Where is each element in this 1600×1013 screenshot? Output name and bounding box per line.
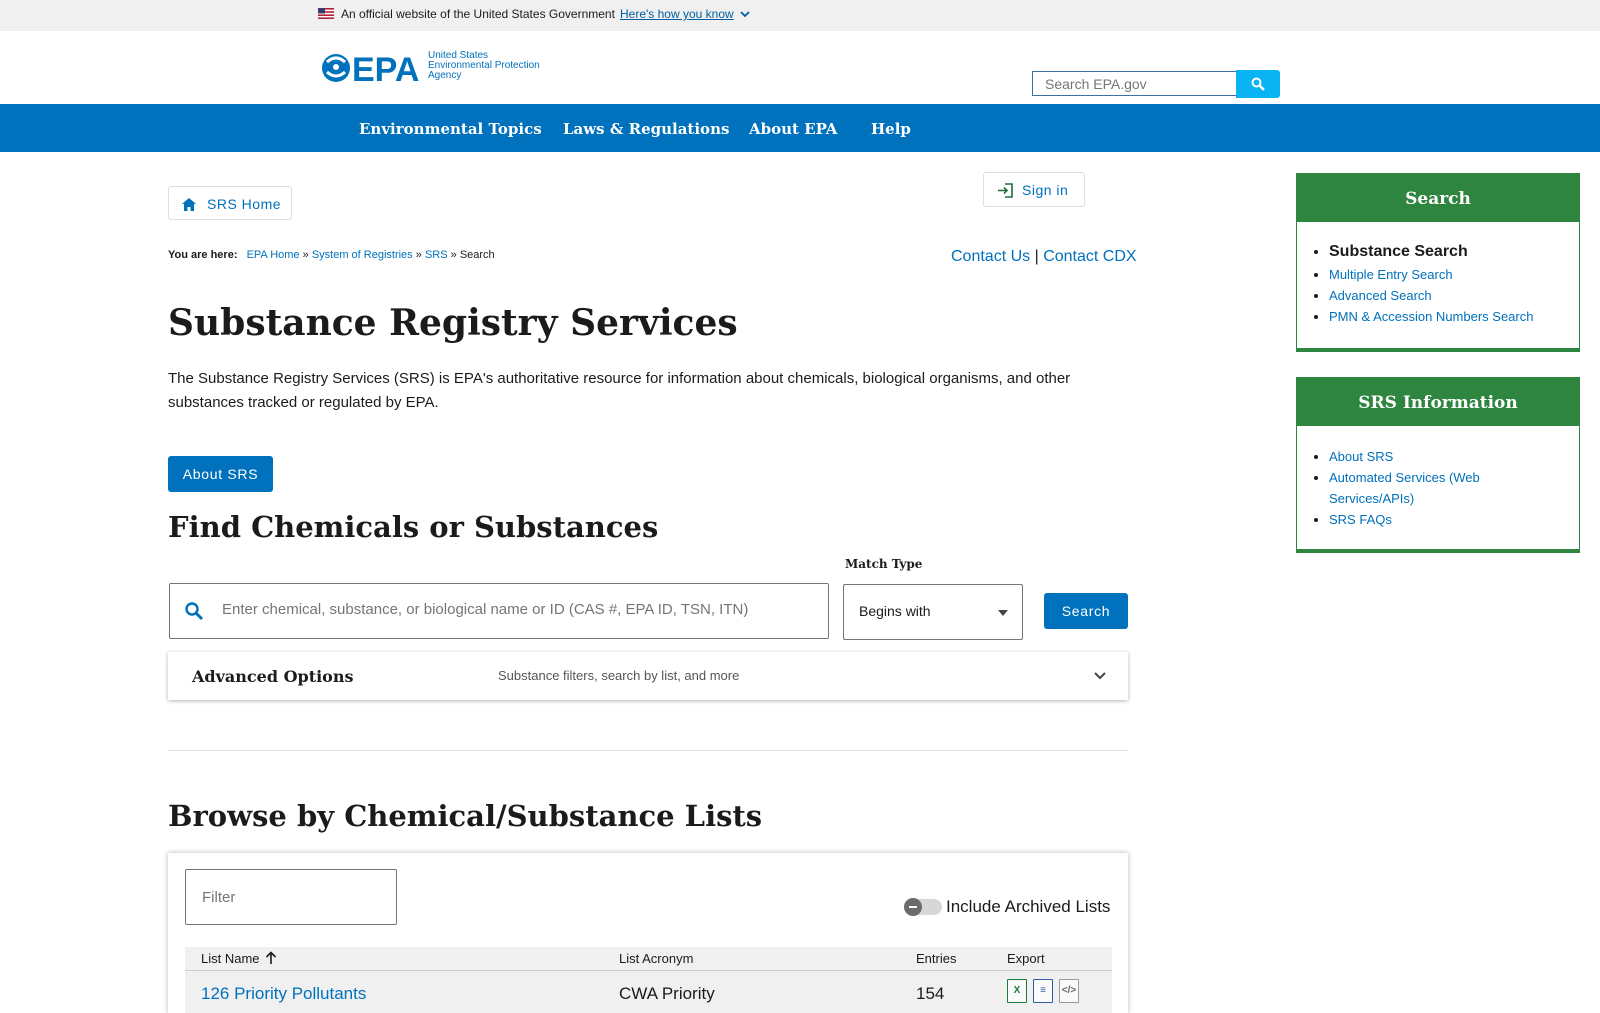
site-search-input[interactable] <box>1043 72 1237 95</box>
gov-banner: An official website of the United States… <box>0 0 1600 31</box>
search-sidebar-box: Search Substance Search Multiple Entry S… <box>1296 173 1580 352</box>
breadcrumb-current: Search <box>459 249 495 261</box>
intro-text: The Substance Registry Services (SRS) is… <box>168 370 1071 411</box>
page-title: Substance Registry Services <box>168 302 738 344</box>
xml-export-icon[interactable]: </> <box>1059 979 1079 1003</box>
chevron-down-icon[interactable] <box>740 9 750 19</box>
breadcrumb-sep: » <box>302 249 309 261</box>
caret-down-icon <box>998 610 1008 616</box>
svg-text:EPA: EPA <box>352 51 419 86</box>
advanced-options-title: Advanced Options <box>192 667 354 686</box>
col-export: Export <box>1007 951 1045 966</box>
search-icon <box>1251 77 1265 91</box>
search-button[interactable]: Search <box>1044 593 1128 629</box>
sign-in-label: Sign in <box>1022 182 1069 198</box>
advanced-options-description: Substance filters, search by list, and m… <box>498 668 740 683</box>
site-search-button[interactable] <box>1236 70 1280 98</box>
breadcrumb-epa-home[interactable]: EPA Home <box>247 249 300 261</box>
table-header: List Name List Acronym Entries Export <box>185 947 1112 971</box>
breadcrumb-sep: » <box>415 249 422 261</box>
col-entries[interactable]: Entries <box>916 951 956 966</box>
match-type-value: Begins with <box>859 603 931 619</box>
breadcrumb: You are here: EPA Home » System of Regis… <box>168 249 495 261</box>
contact-separator: | <box>1034 248 1039 265</box>
find-heading: Find Chemicals or Substances <box>168 510 659 544</box>
srs-info-sidebar-box: SRS Information About SRS Automated Serv… <box>1296 377 1580 553</box>
sidebar-item-advanced: Advanced Search <box>1329 285 1579 306</box>
sidebar-item-about-srs: About SRS <box>1329 446 1579 467</box>
search-icon <box>185 602 204 621</box>
section-divider <box>168 750 1128 751</box>
chevron-down-icon <box>1094 672 1106 680</box>
nav-help[interactable]: Help <box>871 120 911 138</box>
breadcrumb-system-of-registries[interactable]: System of Registries <box>312 249 413 261</box>
agency-name: United States Environmental Protection A… <box>428 51 558 81</box>
site-search <box>1032 71 1237 96</box>
sort-up-arrow-icon[interactable] <box>265 951 277 965</box>
substance-search-input[interactable] <box>220 600 814 619</box>
sidebar-item-substance-search[interactable]: Substance Search <box>1329 240 1579 264</box>
breadcrumb-srs[interactable]: SRS <box>425 249 448 261</box>
about-srs-button[interactable]: About SRS <box>168 456 273 492</box>
login-icon <box>998 183 1013 198</box>
sign-in-button[interactable]: Sign in <box>983 172 1085 207</box>
sidebar-item-srs-faqs: SRS FAQs <box>1329 509 1579 530</box>
epa-logo[interactable]: EPA <box>320 50 422 86</box>
toggle-knob <box>904 898 922 916</box>
contact-us-link[interactable]: Contact Us <box>951 248 1030 265</box>
home-icon <box>182 198 196 211</box>
search-links: Substance Search Multiple Entry Search A… <box>1297 240 1579 327</box>
excel-export-icon[interactable]: X <box>1007 979 1027 1003</box>
pdf-export-icon[interactable]: ≡ <box>1033 979 1053 1003</box>
nav-laws-regulations[interactable]: Laws & Regulations <box>563 120 729 138</box>
contact-cdx-link[interactable]: Contact CDX <box>1043 248 1136 265</box>
gov-banner-text: An official website of the United States… <box>341 7 615 21</box>
us-flag-icon <box>318 8 334 19</box>
substance-search-field <box>169 583 829 639</box>
contact-links: Contact Us | Contact CDX <box>951 248 1137 266</box>
about-srs-link[interactable]: About SRS <box>1329 449 1393 464</box>
list-filter-field <box>185 869 397 925</box>
sidebar-item-multiple-entry: Multiple Entry Search <box>1329 264 1579 285</box>
nav-environmental-topics[interactable]: Environmental Topics <box>359 120 542 138</box>
list-entries: 154 <box>916 984 945 1003</box>
pmn-search-link[interactable]: PMN & Accession Numbers Search <box>1329 309 1533 324</box>
match-type-label: Match Type <box>845 557 923 571</box>
agency-line: Agency <box>428 70 462 81</box>
search-box-title: Search <box>1297 174 1579 222</box>
breadcrumb-label: You are here: <box>168 249 238 261</box>
breadcrumb-sep: » <box>450 249 457 261</box>
nav-about-epa[interactable]: About EPA <box>749 120 837 138</box>
srs-faqs-link[interactable]: SRS FAQs <box>1329 512 1392 527</box>
advanced-search-link[interactable]: Advanced Search <box>1329 288 1432 303</box>
heres-how-link[interactable]: Here's how you know <box>620 7 734 21</box>
match-type-select[interactable]: Begins with <box>843 584 1023 640</box>
automated-services-link[interactable]: Automated Services (Web Services/APIs) <box>1329 470 1480 506</box>
srs-home-label: SRS Home <box>207 196 282 212</box>
col-list-acronym[interactable]: List Acronym <box>619 951 693 966</box>
col-list-name[interactable]: List Name <box>201 951 260 966</box>
sidebar-item-pmn: PMN & Accession Numbers Search <box>1329 306 1579 327</box>
advanced-options-accordion[interactable]: Advanced Options Substance filters, sear… <box>168 652 1128 700</box>
table-row: 126 Priority Pollutants CWA Priority 154… <box>185 971 1112 1013</box>
srs-info-box-title: SRS Information <box>1297 378 1579 426</box>
browse-heading: Browse by Chemical/Substance Lists <box>168 799 763 833</box>
archived-toggle-label: Include Archived Lists <box>946 897 1111 916</box>
archived-toggle[interactable] <box>904 898 942 916</box>
multiple-entry-search-link[interactable]: Multiple Entry Search <box>1329 267 1453 282</box>
srs-home-button[interactable]: SRS Home <box>168 186 292 220</box>
main-nav: Environmental Topics Laws & Regulations … <box>0 104 1600 152</box>
list-acronym: CWA Priority <box>619 984 715 1003</box>
lists-panel: Include Archived Lists List Name List Ac… <box>168 853 1128 1013</box>
list-name-link[interactable]: 126 Priority Pollutants <box>201 984 366 1003</box>
sidebar-item-automated-services: Automated Services (Web Services/APIs) <box>1329 467 1499 509</box>
info-links: About SRS Automated Services (Web Servic… <box>1297 446 1579 530</box>
list-filter-input[interactable] <box>200 888 384 907</box>
